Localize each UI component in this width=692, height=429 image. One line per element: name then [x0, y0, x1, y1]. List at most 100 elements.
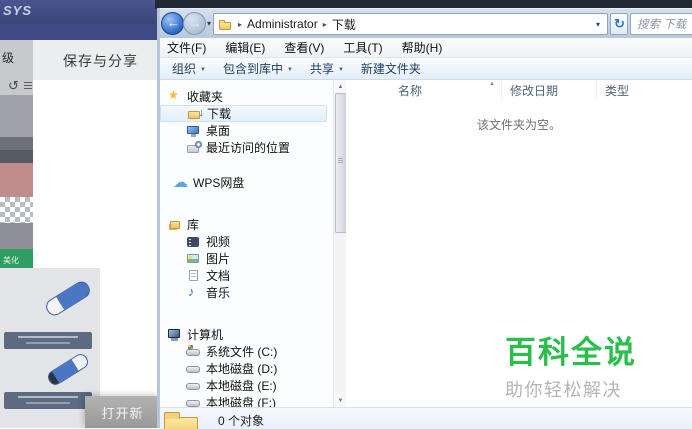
- menu-tools[interactable]: 工具(T): [343, 39, 382, 56]
- column-header-row: 名称 ▲ 修改日期 类型: [346, 80, 692, 100]
- address-bar[interactable]: ▸ Administrator ▸ 下载 ▾: [213, 13, 608, 35]
- watermark: 百科全说 助你轻松解决: [505, 327, 692, 402]
- sidebar-item-documents[interactable]: 文档: [160, 267, 333, 284]
- menu-view[interactable]: 查看(V): [284, 39, 324, 56]
- swatch-gray[interactable]: [0, 95, 33, 137]
- folder-icon: [164, 411, 200, 429]
- sidebar-item-music[interactable]: 音乐: [160, 284, 333, 301]
- forward-button[interactable]: [183, 12, 206, 35]
- column-header-type[interactable]: 类型: [597, 80, 692, 100]
- column-header-name[interactable]: 名称 ▲: [346, 80, 502, 100]
- sidebar-item-downloads[interactable]: 下载: [160, 105, 327, 122]
- folder-icon: [218, 18, 232, 31]
- menu-edit[interactable]: 编辑(E): [225, 39, 265, 56]
- share-label: 共享: [309, 62, 334, 76]
- partial-label: 级: [2, 51, 15, 65]
- chevron-down-icon: ▼: [337, 66, 344, 73]
- sidebar-item-local-disk-e[interactable]: 本地磁盘 (E:): [160, 377, 333, 394]
- tool-label-2: [4, 392, 92, 409]
- column-label: 类型: [605, 83, 630, 98]
- sidebar-item-local-disk-d[interactable]: 本地磁盘 (D:): [160, 360, 333, 377]
- sidebar-item-label: 收藏夹: [187, 90, 224, 104]
- menu-help[interactable]: 帮助(H): [402, 39, 443, 56]
- sidebar-item-label: 本地磁盘 (E:): [206, 379, 277, 393]
- new-folder-label: 新建文件夹: [360, 62, 421, 76]
- sidebar-item-label: 最近访问的位置: [206, 141, 291, 155]
- editor-titlebar: SYS: [0, 0, 160, 24]
- sidebar-item-libraries[interactable]: 库: [160, 216, 333, 233]
- breadcrumb-arrow-icon[interactable]: ▸: [323, 20, 327, 29]
- music-note-icon: [186, 284, 202, 300]
- sidebar-item-favorites[interactable]: 收藏夹: [160, 88, 333, 105]
- empty-folder-message: 该文件夹为空。: [476, 118, 561, 132]
- search-input[interactable]: [631, 14, 692, 34]
- library-icon: [167, 218, 183, 232]
- menu-bar: 文件(F) 编辑(E) 查看(V) 工具(T) 帮助(H): [160, 38, 692, 58]
- open-button[interactable]: 打开新: [85, 396, 160, 428]
- chevron-down-icon: ▼: [200, 66, 206, 73]
- column-label: 名称: [398, 83, 423, 98]
- status-bar: 0 个对象: [160, 407, 692, 429]
- pen-icon[interactable]: [45, 351, 91, 388]
- include-in-library-button[interactable]: 包含到库中 ▼: [223, 60, 293, 77]
- back-button[interactable]: [161, 12, 184, 35]
- sidebar-item-videos[interactable]: 视频: [160, 233, 333, 250]
- sidebar-item-label: 下载: [207, 107, 232, 121]
- breadcrumb-current[interactable]: 下载: [332, 16, 356, 33]
- organize-button[interactable]: 组织 ▼: [172, 60, 206, 77]
- drive-icon: [186, 396, 202, 408]
- swatch-red[interactable]: [0, 163, 33, 197]
- video-icon: [186, 235, 202, 249]
- save-and-share-title: 保存与分享: [63, 53, 138, 69]
- menu-file[interactable]: 文件(F): [167, 39, 206, 56]
- sidebar-item-label: 本地磁盘 (D:): [206, 362, 278, 376]
- beautify-label: 美化: [3, 256, 19, 265]
- swatch-transparent[interactable]: [0, 197, 33, 223]
- sidebar-item-pictures[interactable]: 图片: [160, 250, 333, 267]
- sidebar-item-label: 文档: [206, 269, 231, 283]
- navigation-pane: 收藏夹 下载 桌面 最近访问的位置 WPS网盘 库 视频 图片: [160, 80, 333, 407]
- search-box[interactable]: [630, 13, 692, 35]
- sidebar-item-label: 系统文件 (C:): [206, 345, 278, 359]
- include-in-library-label: 包含到库中: [222, 62, 283, 76]
- column-header-date-modified[interactable]: 修改日期: [502, 80, 597, 100]
- background-editor-app: SYS 图片 保存与分享 级 ↺ 美化 打开新: [0, 0, 160, 428]
- beautify-button[interactable]: 美化: [0, 249, 33, 268]
- eraser-icon[interactable]: [43, 278, 93, 319]
- sidebar-item-recent-places[interactable]: 最近访问的位置: [160, 139, 333, 156]
- sidebar-item-label: 图片: [206, 252, 231, 266]
- sidebar-item-label: WPS网盘: [193, 176, 245, 190]
- watermark-subtitle: 助你轻松解决: [505, 380, 622, 400]
- share-button[interactable]: 共享 ▼: [310, 60, 344, 77]
- organize-label: 组织: [172, 62, 197, 76]
- sidebar-item-label: 计算机: [187, 328, 224, 342]
- sidebar-item-label: 音乐: [206, 286, 231, 300]
- column-label: 修改日期: [510, 83, 559, 98]
- sidebar-item-system-drive-c[interactable]: 系统文件 (C:): [160, 343, 333, 360]
- star-icon: [167, 88, 183, 104]
- address-dropdown-icon[interactable]: ▾: [596, 20, 603, 29]
- breadcrumb-arrow-icon[interactable]: ▸: [238, 20, 242, 29]
- chevron-down-icon: ▼: [286, 66, 293, 73]
- sidebar-scrollbar[interactable]: ▲ ▼: [333, 80, 347, 407]
- swatch-dark[interactable]: [0, 137, 33, 163]
- tool-label-1: [4, 332, 92, 349]
- item-count: 0 个对象: [218, 414, 265, 428]
- download-folder-icon: [187, 107, 204, 121]
- cloud-icon: [173, 173, 189, 191]
- sidebar-item-computer[interactable]: 计算机: [160, 326, 333, 343]
- reset-icon[interactable]: ↺: [8, 78, 19, 94]
- history-dropdown-icon[interactable]: ▾: [207, 19, 211, 28]
- breadcrumb-root[interactable]: Administrator: [247, 17, 318, 31]
- sidebar-item-local-disk-f[interactable]: 本地磁盘 (F:): [160, 394, 333, 407]
- watermark-title: 百科全说: [505, 335, 637, 370]
- sidebar-item-wps-cloud[interactable]: WPS网盘: [160, 173, 333, 191]
- drive-icon: [186, 379, 202, 393]
- editor-logo: SYS: [3, 3, 33, 18]
- sidebar-item-label: 库: [187, 218, 200, 232]
- sidebar-item-label: 本地磁盘 (F:): [206, 396, 276, 407]
- sidebar-item-desktop[interactable]: 桌面: [160, 122, 333, 139]
- swatch-gray-2[interactable]: [0, 223, 33, 249]
- new-folder-button[interactable]: 新建文件夹: [361, 60, 421, 77]
- refresh-button[interactable]: [610, 13, 628, 35]
